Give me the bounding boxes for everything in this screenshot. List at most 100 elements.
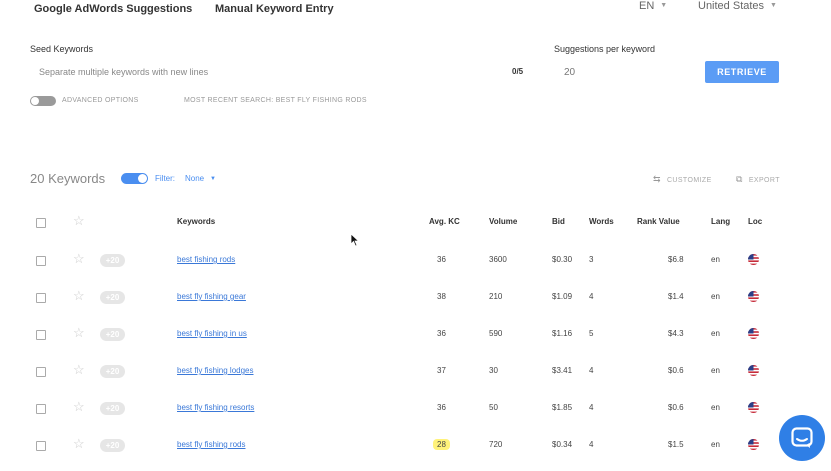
seed-keywords-input[interactable] — [30, 62, 530, 82]
words-cell: 4 — [589, 403, 594, 412]
select-all-checkbox[interactable] — [36, 218, 46, 228]
chat-button[interactable] — [779, 415, 825, 461]
col-words[interactable]: Words — [589, 217, 614, 226]
row-checkbox[interactable] — [36, 256, 46, 266]
avg-kc-value: 36 — [437, 255, 446, 264]
star-icon[interactable]: ☆ — [73, 400, 85, 413]
lang-cell: en — [711, 366, 720, 375]
keyword-cell[interactable]: best fly fishing lodges — [177, 366, 254, 375]
toggle-knob — [138, 174, 147, 183]
bid-cell: $0.34 — [552, 440, 573, 449]
star-icon[interactable]: ☆ — [73, 252, 85, 265]
us-flag-icon — [748, 439, 759, 450]
retrieve-button[interactable]: RETRIEVE — [705, 61, 779, 83]
avg-kc-cell: 36 — [437, 255, 446, 264]
star-icon[interactable]: ☆ — [73, 214, 85, 227]
col-loc[interactable]: Loc — [748, 217, 762, 226]
language-dropdown[interactable]: EN ▼ — [639, 0, 667, 12]
row-checkbox[interactable] — [36, 404, 46, 414]
row-checkbox[interactable] — [36, 367, 46, 377]
keyword-count-title: 20 Keywords — [30, 171, 106, 186]
keyword-cell[interactable]: best fly fishing resorts — [177, 403, 254, 412]
keyword-link[interactable]: best fly fishing rods — [177, 440, 245, 449]
plus-suggestions-badge[interactable]: +20 — [100, 402, 125, 415]
export-button[interactable]: ⧉ EXPORT — [736, 174, 780, 185]
col-avg-kc[interactable]: Avg. KC — [429, 217, 460, 226]
avg-kc-value: 28 — [433, 439, 450, 450]
row-checkbox[interactable] — [36, 293, 46, 303]
keyword-cell[interactable]: best fishing rods — [177, 255, 235, 264]
volume-cell: 30 — [489, 366, 498, 375]
customize-button[interactable]: ⇆ CUSTOMIZE — [653, 174, 712, 185]
suggestions-per-keyword-label: Suggestions per keyword — [554, 44, 656, 54]
avg-kc-cell: 36 — [437, 403, 446, 412]
col-lang[interactable]: Lang — [711, 217, 730, 226]
bid-cell: $0.30 — [552, 255, 573, 264]
avg-kc-cell: 38 — [437, 292, 446, 301]
row-checkbox[interactable] — [36, 330, 46, 340]
keyword-link[interactable]: best fly fishing resorts — [177, 403, 254, 412]
country-dropdown[interactable]: United States ▼ — [698, 0, 777, 12]
keyword-link[interactable]: best fly fishing lodges — [177, 366, 254, 375]
advanced-options-label[interactable]: ADVANCED OPTIONS — [62, 97, 139, 104]
keywords-toggle[interactable] — [121, 173, 148, 184]
lang-cell: en — [711, 440, 720, 449]
col-bid[interactable]: Bid — [552, 217, 565, 226]
keyword-link[interactable]: best fly fishing in us — [177, 329, 247, 338]
star-icon[interactable]: ☆ — [73, 363, 85, 376]
export-icon: ⧉ — [736, 174, 743, 184]
plus-suggestions-badge[interactable]: +20 — [100, 328, 125, 341]
volume-cell: 3600 — [489, 255, 507, 264]
words-cell: 4 — [589, 292, 594, 301]
avg-kc-value: 38 — [437, 292, 446, 301]
tab-manual-keyword-entry[interactable]: Manual Keyword Entry — [215, 3, 334, 15]
mouse-cursor-icon — [350, 233, 360, 247]
seed-keywords-label: Seed Keywords — [30, 44, 94, 54]
keyword-link[interactable]: best fishing rods — [177, 255, 235, 264]
volume-cell: 210 — [489, 292, 503, 301]
us-flag-icon — [748, 365, 759, 376]
plus-suggestions-badge[interactable]: +20 — [100, 254, 125, 267]
col-rank-value[interactable]: Rank Value — [637, 217, 680, 226]
language-value: EN — [639, 0, 655, 12]
keyword-cell[interactable]: best fly fishing gear — [177, 292, 246, 301]
col-keywords[interactable]: Keywords — [177, 217, 215, 226]
avg-kc-value: 36 — [437, 403, 446, 412]
star-icon[interactable]: ☆ — [73, 437, 85, 450]
toggle-knob — [31, 97, 39, 105]
words-cell: 4 — [589, 440, 594, 449]
plus-suggestions-badge[interactable]: +20 — [100, 439, 125, 452]
lang-cell: en — [711, 255, 720, 264]
sliders-icon: ⇆ — [653, 174, 661, 184]
bid-cell: $1.09 — [552, 292, 573, 301]
keyword-link[interactable]: best fly fishing gear — [177, 292, 246, 301]
col-volume[interactable]: Volume — [489, 217, 517, 226]
bid-cell: $3.41 — [552, 366, 573, 375]
us-flag-icon — [748, 328, 759, 339]
suggestions-per-keyword-input[interactable] — [556, 62, 686, 82]
words-cell: 4 — [589, 366, 594, 375]
top-tabs: Google AdWords Suggestions Manual Keywor… — [0, 0, 831, 20]
words-cell: 3 — [589, 255, 594, 264]
us-flag-icon — [748, 291, 759, 302]
plus-suggestions-badge[interactable]: +20 — [100, 365, 125, 378]
advanced-options-toggle[interactable] — [30, 96, 56, 106]
volume-cell: 720 — [489, 440, 503, 449]
avg-kc-value: 37 — [437, 366, 446, 375]
star-icon[interactable]: ☆ — [73, 326, 85, 339]
tab-google-adwords-suggestions[interactable]: Google AdWords Suggestions — [34, 3, 192, 15]
country-value: United States — [698, 0, 765, 12]
keyword-cell[interactable]: best fly fishing rods — [177, 440, 245, 449]
chevron-down-icon: ▼ — [210, 176, 216, 182]
plus-suggestions-badge[interactable]: +20 — [100, 291, 125, 304]
filter-dropdown[interactable]: None — [185, 174, 204, 183]
row-checkbox[interactable] — [36, 441, 46, 451]
chevron-down-icon: ▼ — [660, 2, 668, 9]
bid-cell: $1.16 — [552, 329, 573, 338]
star-icon[interactable]: ☆ — [73, 289, 85, 302]
avg-kc-cell: 37 — [437, 366, 446, 375]
keyword-cell[interactable]: best fly fishing in us — [177, 329, 247, 338]
rank-value-cell: $1.5 — [668, 440, 684, 449]
avg-kc-cell: 36 — [437, 329, 446, 338]
most-recent-search[interactable]: MOST RECENT SEARCH: best fly fishing rod… — [184, 97, 367, 104]
